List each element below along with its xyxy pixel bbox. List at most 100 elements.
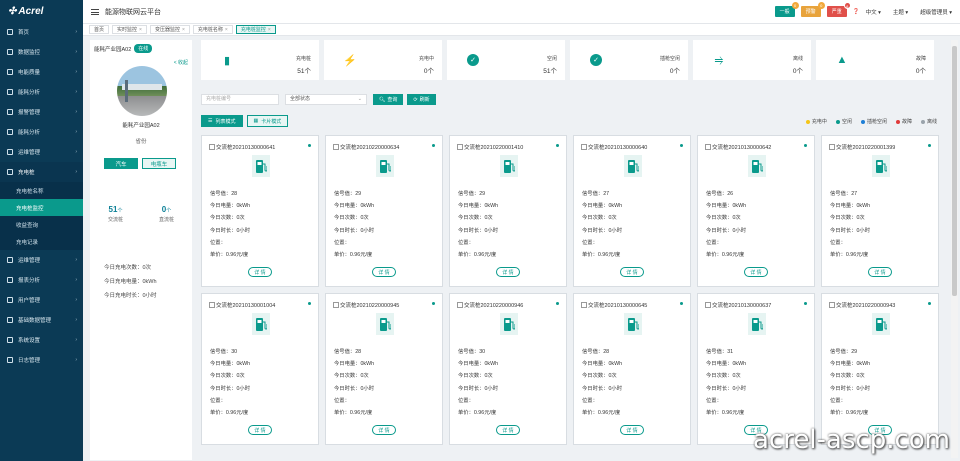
sidebar-item[interactable]: 能耗分析 › [0, 82, 83, 102]
location: 位置： [582, 397, 598, 404]
charger-icon [624, 313, 642, 335]
today-duration: 今日时长：0小时 [582, 385, 623, 392]
sidebar-item[interactable]: 数据监控 › [0, 42, 83, 62]
summary-card: ✓ 空闲 51个 [447, 40, 565, 80]
tab[interactable]: 变压器监控 × [149, 25, 190, 34]
sidebar-item[interactable]: 报表分析 › [0, 270, 83, 290]
sidebar-item[interactable]: 基础数据管理 › [0, 310, 83, 330]
card-checkbox[interactable] [333, 302, 339, 308]
chevron-icon: › [75, 89, 77, 95]
close-icon[interactable]: × [182, 26, 185, 34]
close-icon[interactable]: × [268, 26, 271, 34]
card-checkbox[interactable] [333, 144, 339, 150]
query-button[interactable]: 🔍︎ 查询 [373, 94, 404, 105]
card-checkbox[interactable] [581, 144, 587, 150]
sidebar-item[interactable]: 报警管理 › [0, 102, 83, 122]
status-legend: 充电中 空闲 插枪空闲 故障 离线 [805, 118, 937, 125]
close-icon[interactable]: × [139, 26, 142, 34]
detail-button[interactable]: 详 情 [248, 425, 272, 435]
sidebar-item[interactable]: 系统设置 › [0, 330, 83, 350]
card-checkbox[interactable] [457, 144, 463, 150]
tab[interactable]: 充电桩名称 × [192, 25, 233, 34]
detail-button[interactable]: 详 情 [620, 267, 644, 277]
chevron-icon: › [75, 357, 77, 363]
tab-label: 充电桩监控 [240, 26, 266, 33]
detail-button[interactable]: 详 情 [372, 267, 396, 277]
ebike-button[interactable]: 电瓶车 [142, 158, 176, 169]
sidebar-subitem[interactable]: 充电桩监控 [0, 199, 83, 216]
location: 位置： [830, 397, 846, 404]
tab[interactable]: 充电桩监控 × [235, 25, 276, 34]
signal-value: 信号值：28 [334, 349, 362, 355]
signal-value: 信号值：27 [582, 191, 610, 197]
charger-card: 交流桩20210130000642 信号值：26 今日电量：0kWh 今日次数：0次今… [697, 135, 815, 287]
theme-select[interactable]: 主题 ▾ [893, 8, 908, 16]
charger-icon [376, 313, 394, 335]
summary-value: 51个 [297, 68, 311, 75]
detail-button[interactable]: 详 情 [868, 267, 892, 277]
card-checkbox[interactable] [829, 302, 835, 308]
detail-button[interactable]: 详 情 [620, 425, 644, 435]
today-times: 今日次数：0次 [582, 215, 617, 222]
site-region: 省份 [135, 139, 147, 145]
charger-name: 交流桩20210220000945 [340, 303, 400, 309]
card-checkbox[interactable] [705, 302, 711, 308]
tab-label: 充电桩名称 [197, 26, 223, 33]
card-checkbox[interactable] [209, 144, 215, 150]
status-select[interactable]: 全部状态 ⌄ [285, 94, 367, 105]
summary-value: 0个 [915, 68, 926, 75]
sidebar-item-label: 系统设置 [18, 338, 41, 344]
location: 位置： [210, 397, 226, 404]
sidebar-item[interactable]: 电能质量 › [0, 62, 83, 82]
logo-text: Acrel [18, 5, 44, 17]
card-checkbox[interactable] [705, 144, 711, 150]
sidebar-subitem[interactable]: 充电记录 [0, 233, 83, 250]
sidebar-item[interactable]: 首页 › [0, 22, 83, 42]
card-checkbox[interactable] [581, 302, 587, 308]
charger-name: 交流桩20210130000640 [588, 145, 648, 151]
user-menu[interactable]: 超级管理员 ▾ [920, 8, 952, 16]
charger-icon [500, 313, 518, 335]
card-checkbox[interactable] [209, 302, 215, 308]
badge-warning[interactable]: 预警 0 [800, 2, 825, 17]
card-checkbox[interactable] [457, 302, 463, 308]
sidebar-item[interactable]: 运维管理 › [0, 142, 83, 162]
menu-toggle-icon[interactable] [91, 8, 99, 15]
tab[interactable]: 实时监控 × [112, 25, 147, 34]
sidebar-item[interactable]: 充电桩 › [0, 162, 83, 182]
tab[interactable]: 首页 [89, 25, 110, 34]
detail-button[interactable]: 详 情 [496, 267, 520, 277]
charger-card: 交流桩20210220001399 信号值：27 今日电量：0kWh 今日次数：0次今… [821, 135, 939, 287]
sidebar-item[interactable]: 能耗分析 › [0, 122, 83, 142]
refresh-button[interactable]: ⟳ 刷新 [407, 94, 436, 105]
sidebar-item-label: 能耗分析 [18, 130, 41, 136]
charger-card: 交流桩20210130000645 信号值：28 今日电量：0kWh 今日次数：0次今… [573, 293, 691, 445]
help-icon[interactable]: ❓ [853, 9, 860, 15]
list-mode-button[interactable]: ☰ 列表模式 [201, 115, 243, 127]
chevron-icon: › [75, 69, 77, 75]
language-select[interactable]: 中文 ▾ [866, 8, 881, 16]
car-button[interactable]: 汽车 [104, 158, 138, 169]
detail-button[interactable]: 详 情 [248, 267, 272, 277]
chevron-icon: › [75, 149, 77, 155]
card-checkbox[interactable] [829, 144, 835, 150]
sidebar-item[interactable]: 用户管理 › [0, 290, 83, 310]
collapse-link[interactable]: < 收起 [174, 59, 188, 66]
status-dot [680, 302, 683, 305]
detail-button[interactable]: 详 情 [372, 425, 396, 435]
summary-value: 0个 [423, 68, 434, 75]
sidebar-item[interactable]: 运维管理 › [0, 250, 83, 270]
scrollbar[interactable] [951, 40, 958, 458]
card-mode-button[interactable]: ▦ 卡片模式 [246, 115, 289, 127]
badge-severe[interactable]: 严重 8 [826, 2, 851, 17]
legend-label: 充电中 [811, 119, 827, 125]
sidebar-subitem[interactable]: 充电桩名称 [0, 182, 83, 199]
close-icon[interactable]: × [225, 26, 228, 34]
detail-button[interactable]: 详 情 [496, 425, 520, 435]
pile-number-input[interactable]: 充电桩编号 [201, 94, 279, 105]
charger-name: 交流桩20210220000946 [464, 303, 524, 309]
detail-button[interactable]: 详 情 [744, 267, 768, 277]
sidebar-subitem[interactable]: 收益查询 [0, 216, 83, 233]
badge-general[interactable]: 一般 0 [774, 2, 799, 17]
sidebar-item[interactable]: 日志管理 › [0, 350, 83, 370]
